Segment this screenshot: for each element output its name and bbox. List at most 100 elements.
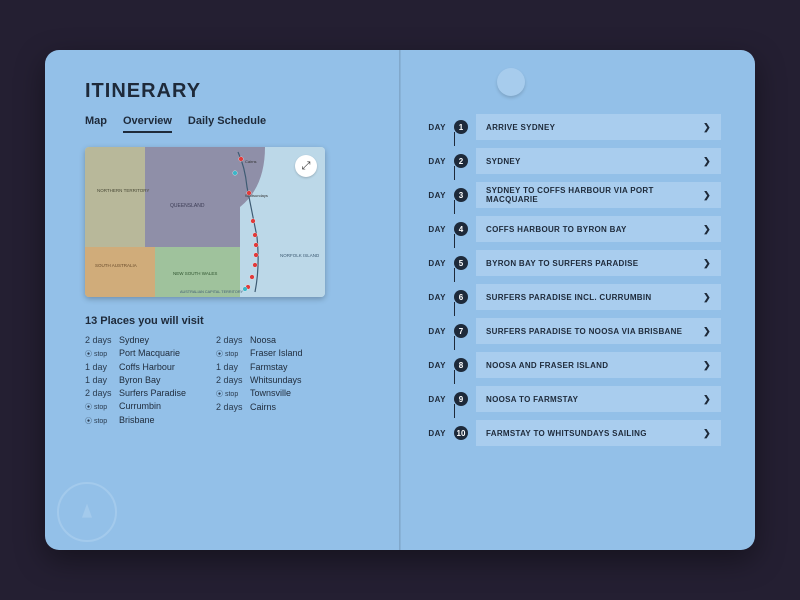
day-label: DAY bbox=[426, 225, 446, 234]
map-thumbnail[interactable]: NORTHERN TERRITORY QUEENSLAND SOUTH AUST… bbox=[85, 147, 325, 297]
places-col-right: 2 days Noosa ⦿ stopFraser Island 1 dayFarms… bbox=[216, 335, 303, 426]
chevron-right-icon: ❯ bbox=[703, 156, 711, 167]
day-row: DAY 3 SYDNEY TO COFFS HARBOUR VIA PORT MAC… bbox=[426, 182, 721, 208]
chevron-right-icon: ❯ bbox=[703, 326, 711, 337]
tab-map[interactable]: Map bbox=[85, 115, 107, 133]
tabs: Map Overview Daily Schedule bbox=[85, 115, 370, 133]
place-duration: 1 day bbox=[216, 362, 244, 372]
day-label: DAY bbox=[426, 293, 446, 302]
day-label: DAY bbox=[426, 123, 446, 132]
day-title: NOOSA AND FRASER ISLAND bbox=[486, 361, 608, 370]
day-label: DAY bbox=[426, 191, 446, 200]
expand-icon: ⤢ bbox=[302, 160, 311, 173]
day-label: DAY bbox=[426, 395, 446, 404]
day-title: SYDNEY bbox=[486, 157, 521, 166]
place-item: ⦿ stop Brisbane bbox=[85, 415, 186, 426]
day-title: ARRIVE SYDNEY bbox=[486, 123, 555, 132]
places-heading: 13 Places you will visit bbox=[85, 315, 370, 327]
day-number-badge: 10 bbox=[454, 426, 468, 440]
day-row: DAY2SYDNEY❯ bbox=[426, 148, 721, 174]
place-item: 1 dayCoffs Harbour bbox=[85, 362, 186, 372]
place-name: Surfers Paradise bbox=[119, 388, 186, 398]
chevron-right-icon: ❯ bbox=[703, 360, 711, 371]
day-item-5[interactable]: BYRON BAY TO SURFERS PARADISE ❯ bbox=[476, 250, 721, 276]
place-item: 2 daysSydney bbox=[85, 335, 186, 345]
day-row: DAY 8 NOOSA AND FRASER ISLAND ❯ bbox=[426, 352, 721, 378]
place-item: ⦿ stopTownsville bbox=[216, 388, 303, 399]
chevron-right-icon: ❯ bbox=[703, 292, 711, 303]
stop-icon: ⦿ stop bbox=[85, 402, 113, 412]
day-number-badge: 7 bbox=[454, 324, 468, 338]
day-row: DAY6SURFERS PARADISE INCL. CURRUMBIN❯ bbox=[426, 284, 721, 310]
place-item: ⦿ stopFraser Island bbox=[216, 348, 303, 359]
place-duration: 2 days bbox=[216, 375, 244, 385]
passport-card: ITINERARY Map Overview Daily Schedule NO… bbox=[45, 50, 755, 550]
left-page: ITINERARY Map Overview Daily Schedule NO… bbox=[45, 50, 400, 550]
svg-text:NEW SOUTH WALES: NEW SOUTH WALES bbox=[173, 271, 217, 276]
stop-icon: ⦿ stop bbox=[216, 389, 244, 399]
place-item: 2 days Surfers Paradise bbox=[85, 388, 186, 398]
chevron-right-icon: ❯ bbox=[703, 394, 711, 405]
place-duration: 2 days bbox=[216, 335, 244, 345]
place-duration: 2 days bbox=[85, 335, 113, 345]
svg-text:AUSTRALIAN CAPITAL TERRITORY: AUSTRALIAN CAPITAL TERRITORY bbox=[180, 290, 244, 294]
place-duration: 2 days bbox=[216, 402, 244, 412]
page-title: ITINERARY bbox=[85, 80, 370, 103]
place-item: 2 days Noosa bbox=[216, 335, 303, 345]
chevron-right-icon: ❯ bbox=[703, 122, 711, 133]
place-item: 2 days Whitsundays bbox=[216, 375, 303, 385]
day-item-7[interactable]: SURFERS PARADISE TO NOOSA VIA BRISBANE ❯ bbox=[476, 318, 721, 344]
place-duration: 2 days bbox=[85, 388, 113, 398]
place-name: Brisbane bbox=[119, 415, 155, 425]
day-item-3[interactable]: SYDNEY TO COFFS HARBOUR VIA PORT MACQUAR… bbox=[476, 182, 721, 208]
place-item: 1 dayByron Bay bbox=[85, 375, 186, 385]
places-list: 2 daysSydney⦿ stopPort Macquarie1 dayCof… bbox=[85, 335, 370, 426]
place-name: Coffs Harbour bbox=[119, 362, 175, 372]
day-item-2[interactable]: SYDNEY ❯ bbox=[476, 148, 721, 174]
place-item: 1 dayFarmstay bbox=[216, 362, 303, 372]
place-name: Noosa bbox=[250, 335, 276, 345]
chevron-right-icon: ❯ bbox=[703, 258, 711, 269]
day-label: DAY bbox=[426, 327, 446, 336]
day-number-badge: 9 bbox=[454, 392, 468, 406]
day-title: SURFERS PARADISE TO NOOSA VIA BRISBANE bbox=[486, 327, 682, 336]
day-item-9[interactable]: NOOSA TO FARMSTAY❯ bbox=[476, 386, 721, 412]
day-number-badge: 8 bbox=[454, 358, 468, 372]
day-item-1[interactable]: ARRIVE SYDNEY ❯ bbox=[476, 114, 721, 140]
day-row: DAY 1 ARRIVE SYDNEY ❯ bbox=[426, 114, 721, 140]
day-row: DAY 9 NOOSA TO FARMSTAY❯ bbox=[426, 386, 721, 412]
compass-icon bbox=[57, 482, 117, 542]
right-page: DAY1ARRIVE SYDNEY❯DAY2SYDNEY❯DAY3SYDNEY … bbox=[400, 50, 755, 550]
days-list: DAY1ARRIVE SYDNEY❯DAY2SYDNEY❯DAY3SYDNEY … bbox=[426, 114, 721, 446]
day-number-badge: 3 bbox=[454, 188, 468, 202]
day-label: DAY bbox=[426, 157, 446, 166]
day-title: BYRON BAY TO SURFERS PARADISE bbox=[486, 259, 638, 268]
day-label: DAY bbox=[426, 259, 446, 268]
chevron-right-icon: ❯ bbox=[703, 428, 711, 439]
day-title: COFFS HARBOUR TO BYRON BAY bbox=[486, 225, 627, 234]
day-label: DAY bbox=[426, 361, 446, 370]
day-item-6[interactable]: SURFERS PARADISE INCL. CURRUMBIN❯ bbox=[476, 284, 721, 310]
chevron-right-icon: ❯ bbox=[703, 224, 711, 235]
day-number-badge: 1 bbox=[454, 120, 468, 134]
place-name: Byron Bay bbox=[119, 375, 161, 385]
svg-text:NORFOLK ISLAND: NORFOLK ISLAND bbox=[280, 253, 320, 258]
day-item-4[interactable]: COFFS HARBOUR TO BYRON BAY ❯ bbox=[476, 216, 721, 242]
svg-text:QUEENSLAND: QUEENSLAND bbox=[170, 203, 205, 209]
place-name: Whitsundays bbox=[250, 375, 302, 385]
place-name: Currumbin bbox=[119, 401, 161, 411]
place-item: ⦿ stop Currumbin bbox=[85, 401, 186, 412]
svg-text:Cairns: Cairns bbox=[245, 159, 257, 164]
stop-icon: ⦿ stop bbox=[216, 349, 244, 359]
bookmark-dot bbox=[497, 68, 525, 96]
day-item-8[interactable]: NOOSA AND FRASER ISLAND ❯ bbox=[476, 352, 721, 378]
day-row: DAY 4 COFFS HARBOUR TO BYRON BAY ❯ bbox=[426, 216, 721, 242]
day-item-10[interactable]: FARMSTAY TO WHITSUNDAYS SAILING❯ bbox=[476, 420, 721, 446]
day-number-badge: 4 bbox=[454, 222, 468, 236]
expand-map-button[interactable]: ⤢ bbox=[295, 155, 317, 177]
stop-icon: ⦿ stop bbox=[85, 349, 113, 359]
stop-icon: ⦿ stop bbox=[85, 416, 113, 426]
place-item: ⦿ stopPort Macquarie bbox=[85, 348, 186, 359]
tab-overview[interactable]: Overview bbox=[123, 115, 172, 133]
tab-daily-schedule[interactable]: Daily Schedule bbox=[188, 115, 266, 133]
